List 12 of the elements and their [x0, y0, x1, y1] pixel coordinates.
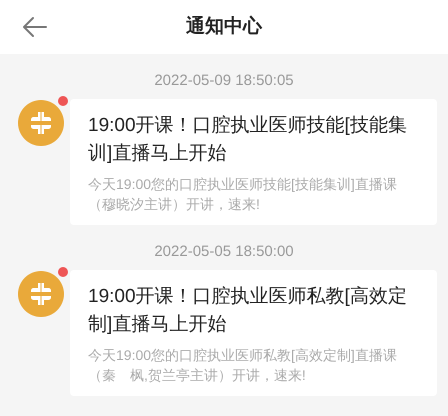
notification-title: 19:00开课！口腔执业医师技能[技能集训]直播马上开始 — [88, 114, 408, 166]
notification-card[interactable]: 19:00开课！口腔执业医师技能[技能集训]直播马上开始 今天19:00您的口腔执业医师技能[技能集训]直播课（穆晓汐主讲）开讲，速来! — [70, 99, 437, 225]
page-title: 通知中心 — [186, 14, 262, 39]
avatar-icon — [18, 271, 64, 317]
timestamp: 2022-05-05 18:50:00 — [154, 242, 294, 262]
notification-body: 今天19:00您的口腔执业医师技能[技能集训]直播课（穆晓汐主讲）开讲，速来! — [88, 175, 398, 214]
back-arrow-icon — [22, 16, 48, 38]
notification-body: 今天19:00您的口腔执业医师私教[高效定制]直播课（秦 枫,贺兰亭主讲）开讲，速来! — [88, 346, 398, 385]
notification-card[interactable]: 19:00开课！口腔执业医师私教[高效定制]直播马上开始 今天19:00您的口腔执业医师私教[高效定制]直播课（秦 枫,贺兰亭主讲）开讲，速来! — [70, 270, 437, 396]
timestamp: 2022-05-09 18:50:05 — [154, 71, 294, 91]
notification-title: 19:00开课！口腔执业医师私教[高效定制]直播马上开始 — [88, 285, 408, 337]
avatar-icon — [18, 100, 64, 146]
